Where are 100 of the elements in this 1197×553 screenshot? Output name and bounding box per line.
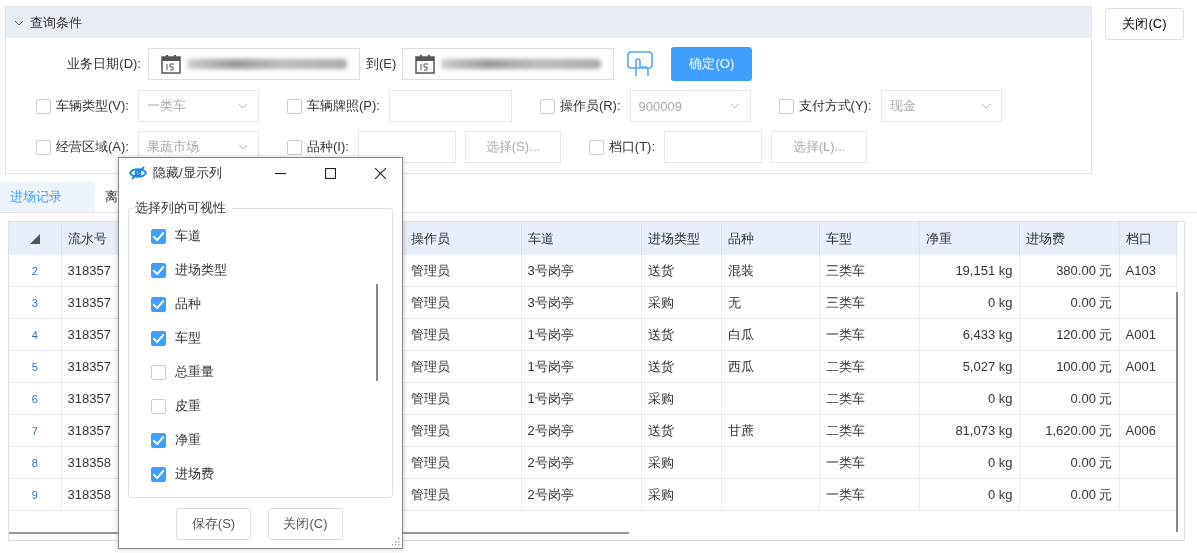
field-label: 到(E) (366, 55, 397, 73)
header-cell[interactable] (9, 222, 61, 255)
table-cell: 管理员 (404, 382, 521, 415)
checkbox-label: 进场类型 (175, 261, 227, 279)
column-header[interactable]: 进场费 (1019, 222, 1119, 255)
table-cell: 6,433 kg (919, 318, 1019, 351)
column-header[interactable]: 车型 (819, 222, 919, 255)
checkbox[interactable] (151, 296, 166, 312)
calendar-icon (415, 54, 436, 74)
table-cell: 采购 (641, 286, 721, 319)
tab[interactable]: 离 (95, 182, 128, 212)
caret-icon (980, 103, 991, 109)
table-cell: 0.00 元 (1019, 286, 1119, 319)
table-cell: 送货 (641, 318, 721, 351)
column-header[interactable]: 车道 (521, 222, 641, 255)
column-header[interactable]: 操作员 (404, 222, 521, 255)
row-number: 2 (9, 255, 61, 287)
eye-slash-icon (129, 166, 147, 180)
table-cell: 120.00 元 (1019, 318, 1119, 351)
table-cell: 混装 (721, 255, 819, 287)
table-cell: 管理员 (404, 318, 521, 351)
caret-icon (237, 144, 248, 150)
checkbox-label: 总重量 (175, 363, 214, 381)
table-cell: 3号岗亭 (521, 286, 641, 319)
field-label: 支付方式(Y): (798, 97, 872, 115)
row-number: 8 (9, 446, 61, 479)
pointing-hand-icon[interactable] (626, 50, 655, 78)
table-cell: 0 kg (919, 478, 1019, 511)
input-field[interactable] (357, 131, 456, 163)
checkbox[interactable] (151, 432, 166, 448)
field-label: 业务日期(D): (66, 55, 141, 73)
group-label: 选择列的可视性 (133, 199, 232, 217)
row-number: 5 (9, 350, 61, 383)
checkbox-label: 净重 (175, 431, 201, 449)
check-icon (152, 434, 165, 446)
column-header[interactable]: 净重 (919, 222, 1019, 255)
table-cell: A103 (1119, 255, 1177, 287)
checkbox[interactable] (151, 330, 166, 346)
check-icon (152, 230, 165, 242)
table-cell: 管理员 (404, 350, 521, 383)
panel-header[interactable]: 查询条件 (6, 7, 1091, 38)
close-button[interactable]: 关闭(C) (1105, 8, 1184, 40)
table-cell: 西瓜 (721, 350, 819, 383)
table-cell: 1号岗亭 (521, 318, 641, 351)
row-number: 4 (9, 318, 61, 351)
dialog-button[interactable]: 保存(S) (176, 508, 251, 540)
checkbox[interactable] (151, 398, 166, 414)
row-number: 7 (9, 414, 61, 447)
checkbox[interactable] (286, 139, 302, 155)
table-cell: 81,073 kg (919, 414, 1019, 447)
dialog-button[interactable]: 关闭(C) (268, 508, 343, 540)
checkbox-label: 皮重 (175, 397, 201, 415)
table-cell: 0.00 元 (1019, 382, 1119, 415)
table-cell: 1号岗亭 (521, 350, 641, 383)
checkbox[interactable] (588, 139, 604, 155)
maximize-icon (324, 167, 336, 179)
checkbox-label: 品种 (175, 295, 201, 313)
column-header[interactable]: 档口 (1119, 222, 1177, 255)
checkbox[interactable] (286, 98, 302, 114)
date-field[interactable] (148, 48, 360, 80)
table-cell: 管理员 (404, 478, 521, 511)
close-icon (374, 167, 386, 179)
table-cell: 0.00 元 (1019, 478, 1119, 511)
field-label: 操作员(R): (559, 97, 621, 115)
row-number: 9 (9, 478, 61, 511)
checkbox[interactable] (151, 466, 166, 482)
scrollbar[interactable] (1176, 292, 1178, 532)
column-header[interactable]: 进场类型 (641, 222, 721, 255)
table-cell: 无 (721, 286, 819, 319)
checkbox[interactable] (151, 364, 166, 380)
dropdown-value: 现金 (889, 97, 916, 115)
field-label: 经营区域(A): (56, 138, 129, 156)
table-cell: 送货 (641, 414, 721, 447)
table-cell: 送货 (641, 350, 721, 383)
table-cell: 2号岗亭 (521, 478, 641, 511)
scrollbar[interactable] (376, 284, 378, 381)
table-cell: 一类车 (819, 446, 919, 479)
table-cell: 二类车 (819, 382, 919, 415)
input-field[interactable] (388, 90, 512, 122)
table-cell: 3号岗亭 (521, 255, 641, 287)
table-cell: 二类车 (819, 350, 919, 383)
checkbox[interactable] (151, 262, 166, 278)
table-cell: 采购 (641, 478, 721, 511)
table-cell: 管理员 (404, 446, 521, 479)
table-cell: 19,151 kg (919, 255, 1019, 287)
field-label: 品种(I): (306, 138, 349, 156)
input-field[interactable] (664, 131, 763, 163)
table-cell: 5,027 kg (919, 350, 1019, 383)
sort-triangle-icon (28, 232, 41, 245)
check-icon (152, 298, 165, 310)
table-cell: 甘蔗 (721, 414, 819, 447)
checkbox[interactable] (151, 228, 166, 244)
row-number: 3 (9, 286, 61, 319)
table-cell: 1号岗亭 (521, 382, 641, 415)
date-field[interactable] (402, 48, 615, 80)
resize-grip-icon (390, 536, 400, 546)
column-header[interactable]: 品种 (721, 222, 819, 255)
dialog-title: 隐藏/显示列 (153, 164, 223, 182)
table-cell: 管理员 (404, 255, 521, 287)
table-cell: 管理员 (404, 414, 521, 447)
